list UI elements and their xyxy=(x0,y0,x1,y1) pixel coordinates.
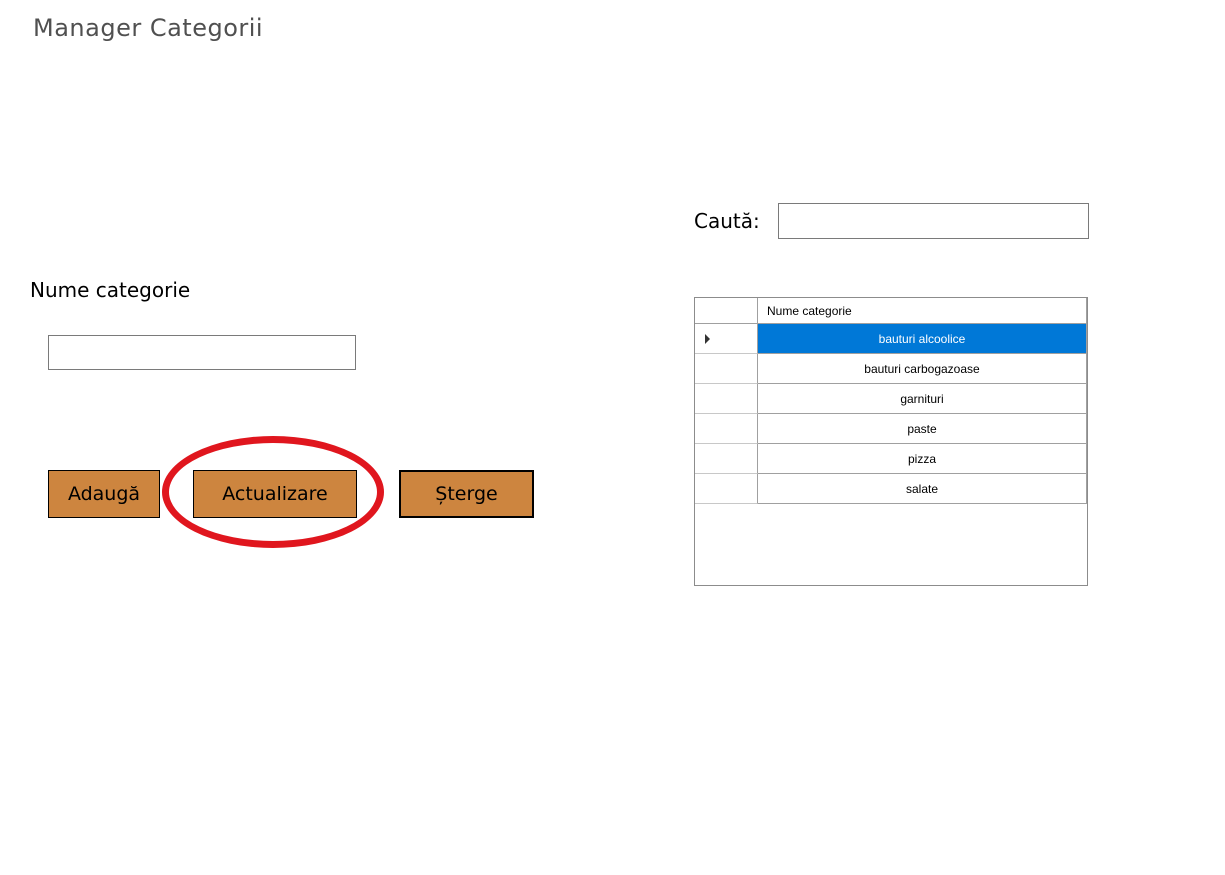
table-row[interactable]: salate xyxy=(695,474,1087,504)
row-header-cell[interactable] xyxy=(695,354,758,384)
grid-body: bauturi alcoolice bauturi carbogazoase gar… xyxy=(695,324,1087,504)
window-title: Manager Categorii xyxy=(33,14,264,42)
row-header-cell[interactable] xyxy=(695,414,758,444)
table-row[interactable]: pizza xyxy=(695,444,1087,474)
category-name-cell[interactable]: bauturi alcoolice xyxy=(758,324,1087,354)
update-button[interactable]: Actualizare xyxy=(193,470,357,518)
row-header-cell[interactable] xyxy=(695,474,758,504)
category-name-cell[interactable]: pizza xyxy=(758,444,1087,474)
row-header-cell[interactable] xyxy=(695,444,758,474)
category-name-label: Nume categorie xyxy=(30,278,191,302)
table-row[interactable]: bauturi alcoolice xyxy=(695,324,1087,354)
row-header-cell[interactable] xyxy=(695,384,758,414)
delete-button[interactable]: Șterge xyxy=(399,470,534,518)
categories-grid[interactable]: Nume categorie bauturi alcoolice bauturi … xyxy=(694,297,1088,586)
grid-corner-cell[interactable] xyxy=(695,298,758,324)
row-header-cell[interactable] xyxy=(695,324,758,354)
add-button[interactable]: Adaugă xyxy=(48,470,160,518)
search-label: Caută: xyxy=(694,209,760,233)
table-row[interactable]: paste xyxy=(695,414,1087,444)
category-name-cell[interactable]: salate xyxy=(758,474,1087,504)
category-name-cell[interactable]: bauturi carbogazoase xyxy=(758,354,1087,384)
category-name-input[interactable] xyxy=(48,335,356,370)
search-input[interactable] xyxy=(778,203,1089,239)
current-row-arrow-icon xyxy=(705,334,710,344)
grid-header-row: Nume categorie xyxy=(695,298,1087,324)
column-header-category-name[interactable]: Nume categorie xyxy=(758,298,1087,324)
category-name-cell[interactable]: garnituri xyxy=(758,384,1087,414)
table-row[interactable]: garnituri xyxy=(695,384,1087,414)
category-name-cell[interactable]: paste xyxy=(758,414,1087,444)
table-row[interactable]: bauturi carbogazoase xyxy=(695,354,1087,384)
